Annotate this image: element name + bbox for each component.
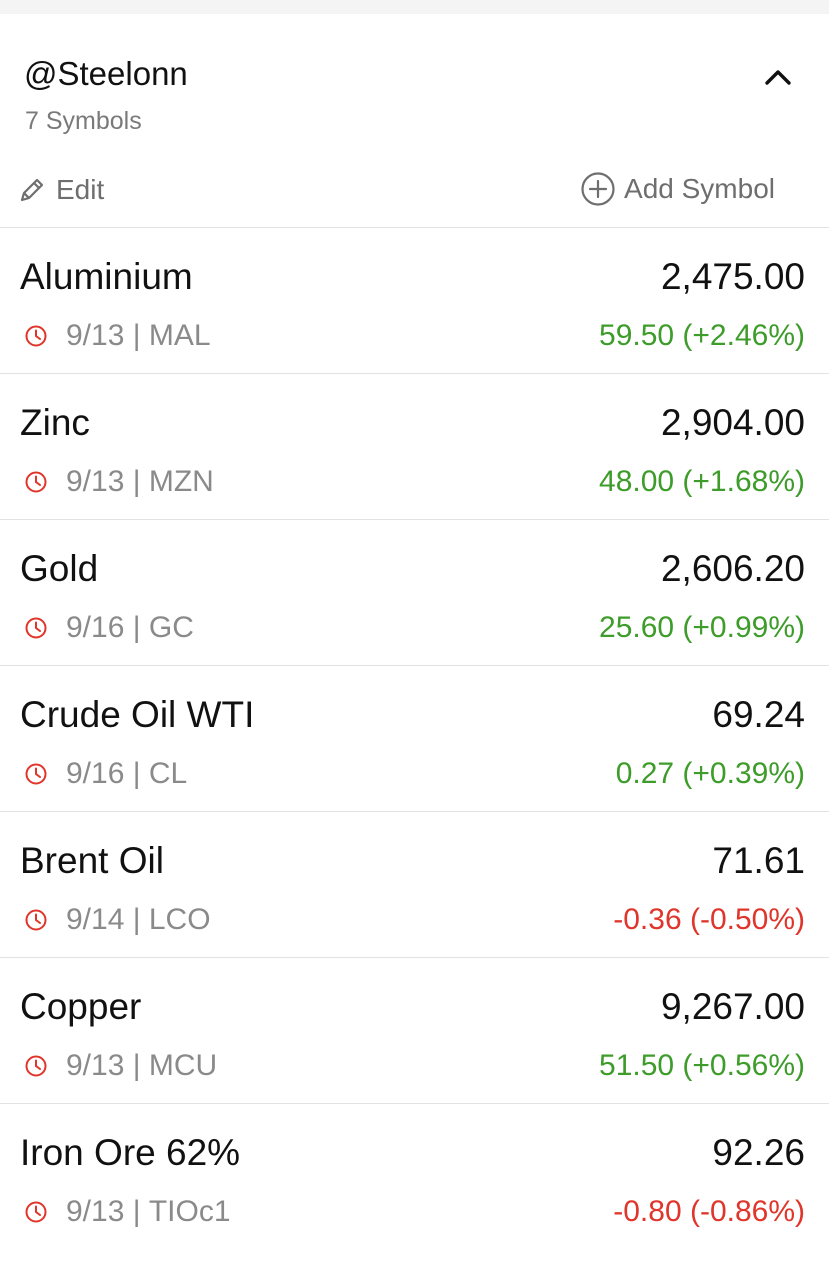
symbol-row-aluminium[interactable]: Aluminium 2,475.00 9/13 | MAL 59.50 (+2.…: [0, 228, 829, 374]
symbol-ticker: TIOc1: [148, 1195, 231, 1228]
symbol-row-gold[interactable]: Gold 2,606.20 9/16 | GC 25.60 (+0.99%): [0, 520, 829, 666]
meta-separator: |: [124, 757, 149, 790]
meta-separator: |: [124, 1195, 149, 1228]
symbol-count: 7 Symbols: [25, 107, 142, 135]
pencil-icon: [20, 178, 44, 202]
symbol-name: Brent Oil: [20, 840, 164, 881]
symbol-row-zinc[interactable]: Zinc 2,904.00 9/13 | MZN 48.00 (+1.68%): [0, 374, 829, 520]
symbol-ticker: LCO: [148, 903, 211, 936]
symbol-date: 9/14: [66, 903, 125, 936]
symbol-change: 25.60 (+0.99%): [599, 611, 805, 644]
meta-separator: |: [124, 611, 149, 644]
symbol-ticker: MZN: [148, 465, 214, 498]
symbol-meta: 9/16 | GC: [24, 611, 194, 645]
symbol-row-brent-oil[interactable]: Brent Oil 71.61 9/14 | LCO -0.36 (-0.50%…: [0, 812, 829, 958]
symbol-meta: 9/13 | MZN: [24, 465, 214, 499]
meta-separator: |: [124, 319, 149, 352]
symbol-date: 9/16: [66, 757, 125, 790]
symbol-ticker: MAL: [148, 319, 211, 352]
clock-icon: [25, 325, 47, 347]
symbol-meta: 9/16 | CL: [24, 757, 187, 791]
symbol-ticker: MCU: [148, 1049, 218, 1082]
symbol-meta: 9/13 | MCU: [24, 1049, 217, 1083]
symbol-date: 9/13: [66, 465, 125, 498]
symbol-price: 69.24: [712, 694, 805, 735]
symbol-change: 59.50 (+2.46%): [599, 319, 805, 352]
symbol-price: 71.61: [712, 840, 805, 881]
symbol-change: -0.80 (-0.86%): [613, 1195, 805, 1228]
meta-separator: |: [124, 903, 149, 936]
symbol-ticker: GC: [148, 611, 194, 644]
symbol-date: 9/13: [66, 1195, 125, 1228]
symbol-name: Crude Oil WTI: [20, 694, 255, 735]
add-symbol-label: Add Symbol: [624, 173, 775, 204]
symbol-change: 0.27 (+0.39%): [615, 757, 805, 790]
symbol-date: 9/13: [66, 1049, 125, 1082]
clock-icon: [25, 471, 47, 493]
clock-icon: [25, 763, 47, 785]
clock-icon: [25, 617, 47, 639]
symbol-change: 51.50 (+0.56%): [599, 1049, 805, 1082]
symbol-price: 2,904.00: [660, 402, 805, 443]
meta-separator: |: [124, 465, 149, 498]
chevron-up-icon: [765, 70, 791, 85]
symbol-meta: 9/13 | MAL: [24, 319, 211, 353]
symbol-change: -0.36 (-0.50%): [613, 903, 805, 936]
clock-icon: [25, 1201, 47, 1223]
collapse-button[interactable]: [763, 64, 793, 90]
watchlist-title: @Steelonn: [24, 55, 188, 92]
symbol-row-iron-ore[interactable]: Iron Ore 62% 92.26 9/13 | TIOc1 -0.80 (-…: [0, 1104, 829, 1250]
symbol-price: 9,267.00: [660, 986, 805, 1027]
symbol-list: Aluminium 2,475.00 9/13 | MAL 59.50 (+2.…: [0, 228, 829, 1250]
symbol-price: 2,606.20: [660, 548, 805, 589]
symbol-price: 92.26: [712, 1132, 805, 1173]
plus-circle-icon: [581, 172, 615, 206]
symbol-date: 9/16: [66, 611, 125, 644]
add-symbol-button[interactable]: Add Symbol: [580, 168, 775, 210]
symbol-ticker: CL: [148, 757, 188, 790]
symbol-meta: 9/14 | LCO: [24, 903, 211, 937]
symbol-meta: 9/13 | TIOc1: [24, 1195, 231, 1229]
symbol-name: Zinc: [20, 402, 90, 443]
edit-label: Edit: [56, 174, 105, 205]
symbol-name: Gold: [20, 548, 99, 589]
clock-icon: [25, 1055, 47, 1077]
symbol-name: Iron Ore 62%: [20, 1132, 241, 1173]
clock-icon: [25, 909, 47, 931]
watchlist-header: @Steelonn 7 Symbols Edit Add Symbol: [0, 14, 829, 228]
symbol-price: 2,475.00: [660, 256, 805, 297]
symbol-change: 48.00 (+1.68%): [599, 465, 805, 498]
symbol-row-copper[interactable]: Copper 9,267.00 9/13 | MCU 51.50 (+0.56%…: [0, 958, 829, 1104]
edit-button[interactable]: Edit: [18, 170, 104, 210]
symbol-row-crude-oil-wti[interactable]: Crude Oil WTI 69.24 9/16 | CL 0.27 (+0.3…: [0, 666, 829, 812]
symbol-date: 9/13: [66, 319, 125, 352]
symbol-name: Copper: [20, 986, 142, 1027]
meta-separator: |: [124, 1049, 149, 1082]
symbol-name: Aluminium: [20, 256, 193, 297]
top-strip: [0, 0, 829, 14]
